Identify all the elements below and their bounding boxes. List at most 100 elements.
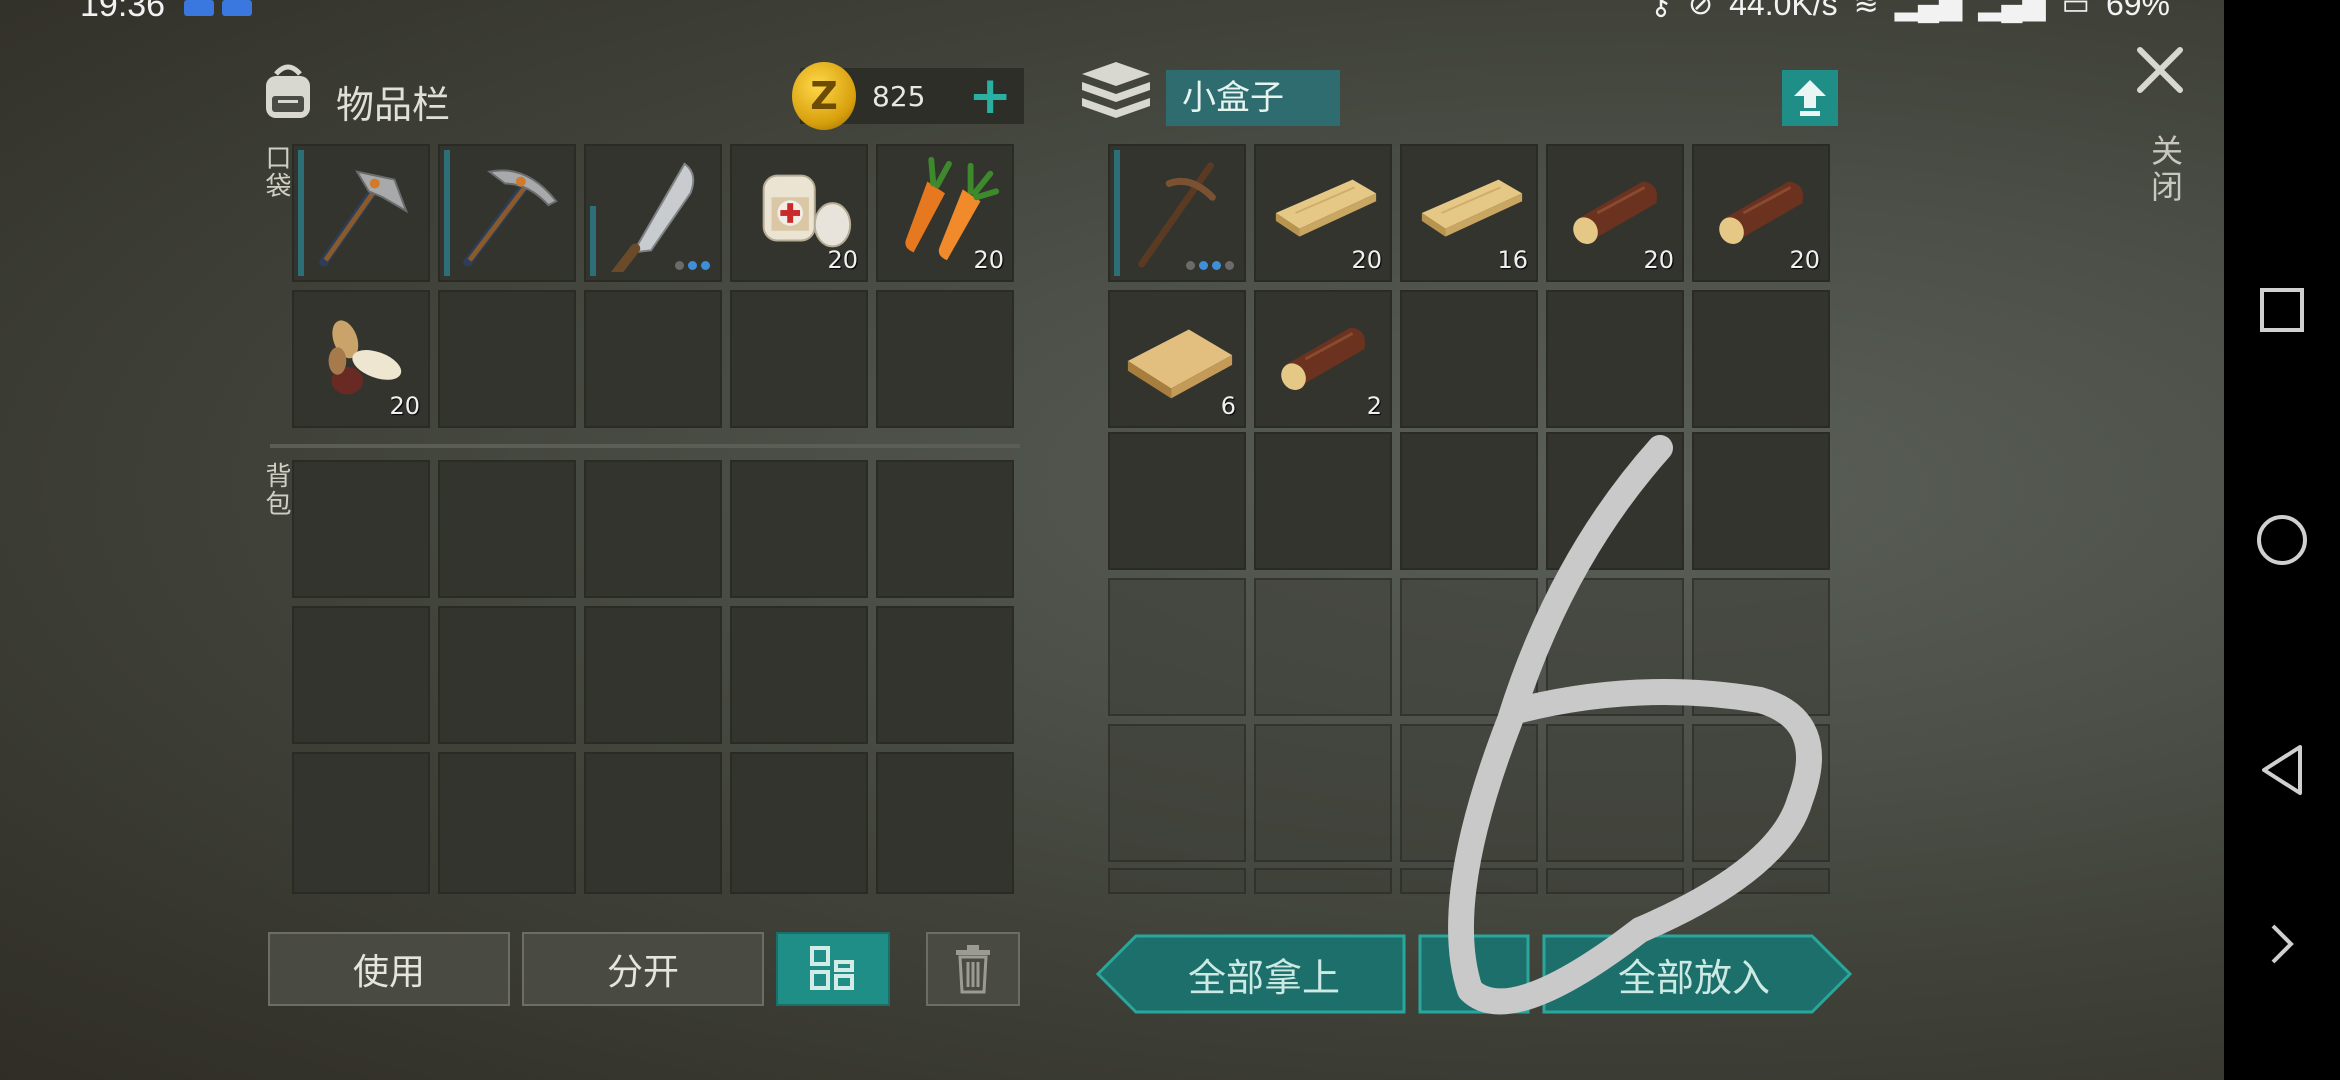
container-slot[interactable] bbox=[1400, 290, 1538, 428]
container-slot[interactable] bbox=[1254, 432, 1392, 570]
status-time: 19:36 bbox=[80, 0, 166, 24]
upload-button[interactable] bbox=[1782, 70, 1838, 126]
container-slot[interactable] bbox=[1546, 290, 1684, 428]
coin-balance: Z 825 + bbox=[792, 62, 1024, 130]
locked-slot bbox=[1400, 724, 1538, 862]
backpack-slot[interactable] bbox=[876, 606, 1014, 744]
pocket-slot[interactable]: 20 bbox=[292, 290, 430, 428]
pocket-slot[interactable] bbox=[584, 290, 722, 428]
put-all-button[interactable]: 全部放入 bbox=[1566, 936, 1822, 1012]
item-count: 6 bbox=[1220, 392, 1236, 420]
locked-slot bbox=[1108, 578, 1246, 716]
container-slot[interactable]: 6 bbox=[1108, 290, 1246, 428]
sort-button[interactable] bbox=[776, 932, 890, 1006]
use-button[interactable]: 使用 bbox=[268, 932, 510, 1006]
backpack-slot[interactable] bbox=[730, 606, 868, 744]
locked-slot bbox=[1692, 578, 1830, 716]
backpack-slot[interactable] bbox=[438, 606, 576, 744]
quality-dots bbox=[1186, 261, 1234, 270]
backpack-slot[interactable] bbox=[584, 752, 722, 894]
pocket-slot[interactable]: 20 bbox=[876, 144, 1014, 282]
container-slot[interactable] bbox=[1400, 432, 1538, 570]
container-slot[interactable]: 2 bbox=[1254, 290, 1392, 428]
pocket-slot[interactable] bbox=[438, 144, 576, 282]
pocket-slot[interactable]: 20 bbox=[730, 144, 868, 282]
delete-button[interactable] bbox=[926, 932, 1020, 1006]
pocket-slot[interactable] bbox=[292, 144, 430, 282]
container-slot[interactable] bbox=[1108, 144, 1246, 282]
battery-icon: ▭ bbox=[2061, 0, 2090, 21]
pocket-slot[interactable] bbox=[584, 144, 722, 282]
item-count: 20 bbox=[1643, 246, 1674, 274]
container-title: 小盒子 bbox=[1166, 70, 1340, 126]
network-speed: 44.0K/s bbox=[1729, 0, 1838, 22]
locked-slot bbox=[1254, 724, 1392, 862]
locked-slot bbox=[1546, 578, 1684, 716]
wifi-icon: ≋ bbox=[1853, 0, 1879, 21]
container-slot[interactable]: 20 bbox=[1546, 144, 1684, 282]
backpack-slot[interactable] bbox=[584, 606, 722, 744]
item-count: 20 bbox=[1351, 246, 1382, 274]
backpack-slot[interactable] bbox=[292, 606, 430, 744]
split-button[interactable]: 分开 bbox=[522, 932, 764, 1006]
backpack-label: 背包 bbox=[261, 462, 291, 518]
inventory-header: 物品栏 Z 825 + bbox=[258, 58, 1024, 142]
backpack-slot[interactable] bbox=[292, 752, 430, 894]
container-slot[interactable]: 20 bbox=[1692, 144, 1830, 282]
pocket-slot[interactable] bbox=[730, 290, 868, 428]
status-right: ⚷ ⊘ 44.0K/s ≋ ▂▄▆ ▂▄▆ ▭ 69% bbox=[1650, 0, 2170, 23]
locked-slot bbox=[1400, 578, 1538, 716]
home-button[interactable] bbox=[2224, 500, 2340, 580]
container-slot[interactable]: 16 bbox=[1400, 144, 1538, 282]
quality-dots bbox=[675, 261, 710, 270]
hatchet-icon bbox=[319, 170, 409, 267]
section-divider bbox=[270, 444, 1020, 448]
pocket-slot[interactable] bbox=[438, 290, 576, 428]
back-button[interactable] bbox=[2224, 730, 2340, 810]
add-coins-button[interactable]: + bbox=[968, 68, 1012, 124]
backpack-slot[interactable] bbox=[876, 752, 1014, 894]
item-count: 16 bbox=[1497, 246, 1528, 274]
backpack-slot[interactable] bbox=[584, 460, 722, 598]
recent-apps-button[interactable] bbox=[2224, 270, 2340, 350]
container-slot[interactable] bbox=[1546, 432, 1684, 570]
pickaxe-icon bbox=[463, 169, 558, 267]
inventory-title: 物品栏 bbox=[336, 83, 451, 127]
key-icon: ⚷ bbox=[1650, 0, 1672, 21]
locked-slot bbox=[1254, 578, 1392, 716]
locked-slot bbox=[1254, 868, 1392, 894]
close-icon[interactable] bbox=[2134, 44, 2186, 96]
notification-icon bbox=[184, 0, 214, 16]
expand-button[interactable] bbox=[2224, 904, 2340, 984]
system-nav-bar bbox=[2224, 0, 2340, 1080]
signal-icon: ▂▄▆ bbox=[1978, 0, 2046, 21]
locked-slot bbox=[1400, 868, 1538, 894]
coin-icon: Z bbox=[792, 62, 856, 130]
status-bar: 19:36 ⚷ ⊘ 44.0K/s ≋ ▂▄▆ ▂▄▆ ▭ 69% bbox=[0, 0, 2200, 26]
backpack-slot[interactable] bbox=[876, 460, 1014, 598]
container-slot[interactable] bbox=[1692, 290, 1830, 428]
transfer-button[interactable] bbox=[1418, 934, 1530, 1014]
item-count: 20 bbox=[389, 392, 420, 420]
close-label[interactable]: 关闭 bbox=[2142, 134, 2188, 206]
backpack-slot[interactable] bbox=[730, 460, 868, 598]
locked-slot bbox=[1108, 724, 1246, 862]
locked-slot bbox=[1546, 724, 1684, 862]
take-all-button[interactable]: 全部拿上 bbox=[1136, 936, 1392, 1012]
container-slot[interactable]: 20 bbox=[1254, 144, 1392, 282]
backpack-slot[interactable] bbox=[730, 752, 868, 894]
backpack-slot[interactable] bbox=[438, 460, 576, 598]
item-count: 2 bbox=[1366, 392, 1382, 420]
triangle-back-icon bbox=[2262, 745, 2302, 795]
signal-icon: ▂▄▆ bbox=[1894, 0, 1963, 21]
locked-slot bbox=[1108, 868, 1246, 894]
locked-slot bbox=[1546, 868, 1684, 894]
pocket-label: 口袋 bbox=[261, 144, 291, 200]
pocket-slot[interactable] bbox=[876, 290, 1014, 428]
backpack-slot[interactable] bbox=[438, 752, 576, 894]
container-slot[interactable] bbox=[1692, 432, 1830, 570]
backpack-slot[interactable] bbox=[292, 460, 430, 598]
trash-icon bbox=[956, 945, 990, 994]
container-slot[interactable] bbox=[1108, 432, 1246, 570]
item-count: 20 bbox=[827, 246, 858, 274]
